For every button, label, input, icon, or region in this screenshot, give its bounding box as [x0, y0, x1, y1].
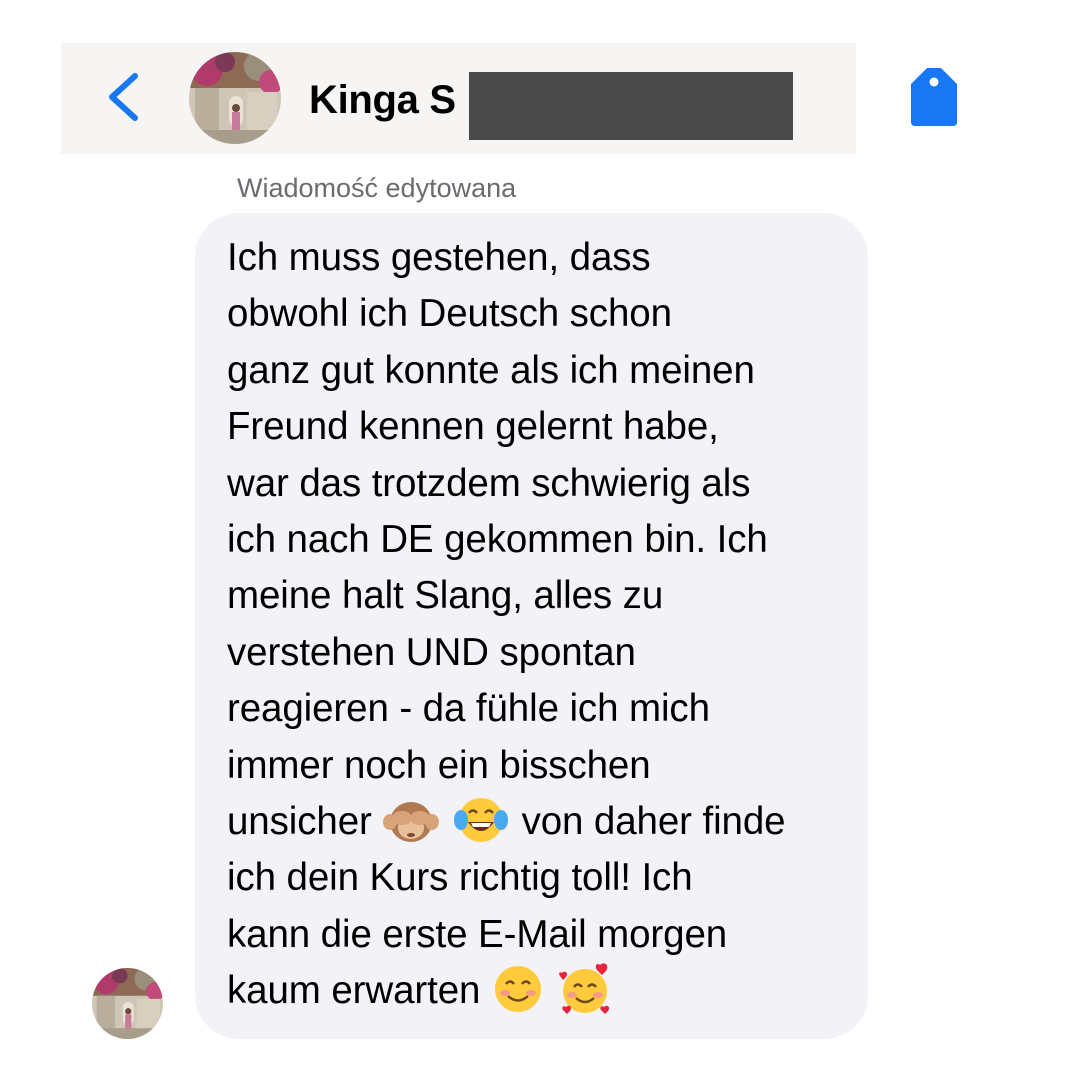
message-line: war das trotzdem schwierig als [227, 461, 751, 505]
message-bubble[interactable]: Ich muss gestehen, dass obwohl ich Deuts… [195, 213, 868, 1039]
message-line: obwohl ich Deutsch schon [227, 292, 672, 336]
message-line: ich nach DE gekommen bin. Ich [227, 518, 768, 562]
message-line: Freund kennen gelernt habe, [227, 405, 719, 449]
tag-button[interactable] [905, 64, 963, 130]
redaction-box [469, 72, 793, 140]
message-line: immer noch ein bisschen [227, 743, 651, 787]
avatar-photo [189, 52, 281, 144]
smiling-face-with-hearts-emoji [558, 963, 609, 1015]
tag-icon [911, 68, 957, 126]
contact-name[interactable]: Kinga S [309, 74, 456, 126]
message-text: unsicher [227, 800, 372, 844]
message-line: Ich muss gestehen, dass [227, 236, 651, 279]
message-line: ganz gut konnte als ich meinen [227, 348, 755, 392]
message-line: kaum erwarten [227, 963, 848, 1019]
message-text: von daher finde [521, 800, 786, 844]
sender-avatar[interactable] [92, 968, 163, 1039]
message-text: kaum erwarten [227, 969, 481, 1013]
message-line: kann die erste E-Mail morgen [227, 912, 728, 956]
smiling-face-emoji [494, 966, 541, 1013]
message-line: unsicher von daher finde [227, 794, 848, 850]
see-no-evil-monkey-emoji [383, 801, 440, 842]
edited-label: Wiadomość edytowana [237, 173, 517, 203]
message-line: ich dein Kurs richtig toll! Ich [227, 856, 693, 900]
chevron-left-icon [109, 73, 138, 121]
message-line: meine halt Slang, alles zu [227, 574, 664, 618]
message-line: reagieren - da fühle ich mich [227, 687, 710, 731]
tears-of-joy-emoji [453, 797, 508, 842]
back-button[interactable] [101, 68, 151, 126]
avatar[interactable] [189, 52, 281, 144]
avatar-photo [92, 968, 163, 1039]
message-line: verstehen UND spontan [227, 630, 636, 674]
chat-screen: Kinga S Wiadomość edytowana Ich muss ges… [0, 0, 1080, 1080]
